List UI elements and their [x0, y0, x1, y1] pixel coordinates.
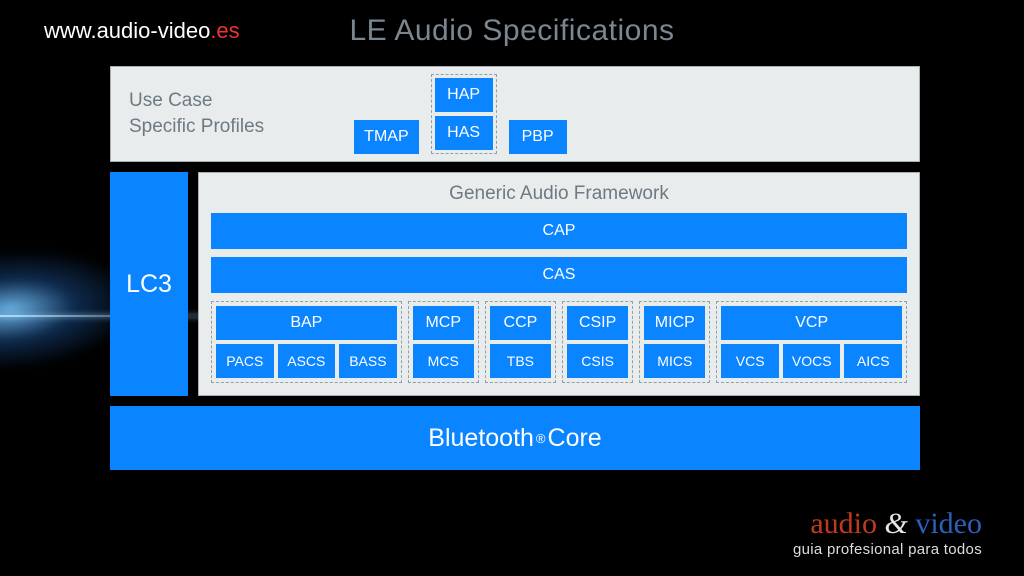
brand-title: audio & video [793, 509, 982, 539]
profile-pbp: PBP [509, 120, 567, 154]
url-prefix: www. [44, 18, 97, 43]
profile-mcp: MCP [413, 306, 474, 340]
middle-row: LC3 Generic Audio Framework CAP CAS BAP … [110, 172, 920, 396]
use-case-profiles: TMAP HAP HAS PBP [354, 74, 566, 154]
service-pacs: PACS [216, 344, 274, 378]
group-ccp: CCP TBS [485, 301, 556, 383]
url-mid: audio-video [97, 18, 211, 43]
brand-video: video [915, 507, 982, 540]
group-vcp: VCP VCS VOCS AICS [716, 301, 907, 383]
url-suffix: .es [210, 18, 239, 43]
profile-hap-group: HAP HAS [431, 74, 497, 154]
service-vocs: VOCS [783, 344, 841, 378]
bluetooth-core: Bluetooth® Core [110, 406, 920, 470]
brand-logo: audio & video guia profesional para todo… [793, 509, 982, 558]
group-mcp: MCP MCS [408, 301, 479, 383]
profile-hap: HAP [435, 78, 493, 112]
generic-audio-framework: Generic Audio Framework CAP CAS BAP PACS… [198, 172, 920, 396]
service-aics: AICS [844, 344, 902, 378]
group-bap: BAP PACS ASCS BASS [211, 301, 402, 383]
codec-lc3: LC3 [110, 172, 188, 396]
core-prefix: Bluetooth [428, 424, 534, 453]
watermark-url: www.audio-video.es [44, 18, 240, 44]
service-csis: CSIS [567, 344, 628, 378]
group-micp: MICP MICS [639, 301, 710, 383]
use-case-panel: Use Case Specific Profiles TMAP HAP HAS … [110, 66, 920, 162]
service-vcs: VCS [721, 344, 779, 378]
profile-csip: CSIP [567, 306, 628, 340]
core-suffix: Core [548, 424, 602, 453]
brand-audio: audio [810, 507, 877, 540]
profile-vcp: VCP [721, 306, 902, 340]
gaf-title: Generic Audio Framework [211, 183, 907, 205]
profile-tmap: TMAP [354, 120, 418, 154]
profile-groups: BAP PACS ASCS BASS MCP MCS CCP TBS CSI [211, 301, 907, 383]
use-case-label-line1: Use Case [129, 88, 264, 114]
profile-ccp: CCP [490, 306, 551, 340]
diagram-container: Use Case Specific Profiles TMAP HAP HAS … [110, 66, 920, 470]
group-csip: CSIP CSIS [562, 301, 633, 383]
use-case-label-line2: Specific Profiles [129, 114, 264, 140]
service-ascs: ASCS [278, 344, 336, 378]
profile-has: HAS [435, 116, 493, 150]
use-case-label: Use Case Specific Profiles [129, 88, 264, 139]
profile-micp: MICP [644, 306, 705, 340]
brand-ampersand: & [877, 507, 915, 540]
profile-cap: CAP [211, 213, 907, 249]
profile-cas: CAS [211, 257, 907, 293]
service-mcs: MCS [413, 344, 474, 378]
service-bass: BASS [339, 344, 397, 378]
profile-bap: BAP [216, 306, 397, 340]
brand-tagline: guia profesional para todos [793, 541, 982, 558]
registered-icon: ® [536, 431, 546, 446]
service-mics: MICS [644, 344, 705, 378]
service-tbs: TBS [490, 344, 551, 378]
